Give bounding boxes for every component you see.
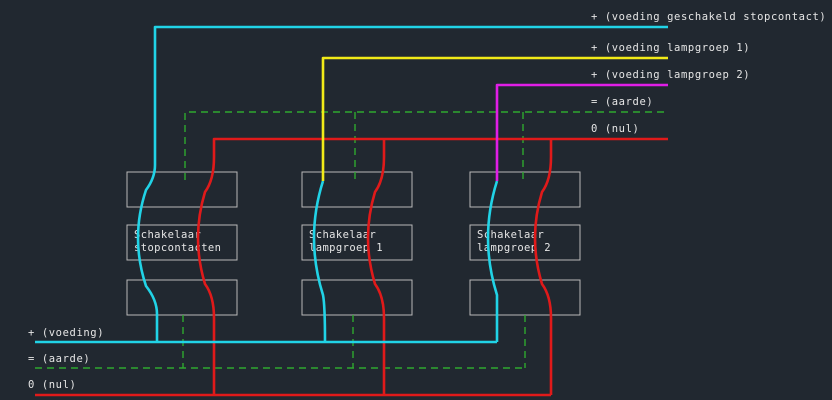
switch-label-line1: Schakelaar bbox=[309, 229, 376, 241]
voeding-wires bbox=[35, 25, 668, 344]
label-voeding-stopcontact: + (voeding geschakeld stopcontact) bbox=[591, 11, 826, 23]
label-nul-left: 0 (nul) bbox=[28, 379, 76, 391]
switch-top-terminal bbox=[469, 171, 581, 208]
switch-bottom-terminal bbox=[301, 279, 413, 316]
switch-lampgroep-2: Schakelaar lampgroep 2 bbox=[469, 171, 581, 316]
label-voeding-lampgroep1: + (voeding lampgroep 1) bbox=[591, 42, 750, 54]
voeding-lampgroep2-wire bbox=[486, 180, 499, 343]
nul-wire-3 bbox=[533, 139, 553, 395]
switch-label-line2: stopcontacten bbox=[134, 242, 221, 254]
wiring-diagram-svg: Schakelaar stopcontacten Schakelaar lamp… bbox=[28, 11, 826, 397]
label-voeding-left: + (voeding) bbox=[28, 327, 104, 339]
voeding-lampgroep1-wire bbox=[312, 180, 327, 343]
voeding-stopcontact-wire bbox=[136, 25, 668, 342]
nul-wire-2 bbox=[366, 139, 386, 395]
nul-wires bbox=[35, 137, 668, 397]
switch-label-line1: Schakelaar bbox=[134, 229, 201, 241]
label-aarde-right: = (aarde) bbox=[591, 96, 653, 108]
wiring-diagram: Schakelaar stopcontacten Schakelaar lamp… bbox=[0, 0, 832, 400]
switch-bottom-terminal bbox=[469, 279, 581, 316]
switch-label-line2: lampgroep 1 bbox=[309, 242, 383, 254]
switch-bottom-terminal bbox=[126, 279, 238, 316]
label-nul-right: 0 (nul) bbox=[591, 123, 639, 135]
nul-wire-1 bbox=[196, 137, 668, 395]
label-voeding-lampgroep2: + (voeding lampgroep 2) bbox=[591, 69, 750, 81]
label-aarde-left: = (aarde) bbox=[28, 353, 90, 365]
switch-stopcontacten: Schakelaar stopcontacten bbox=[126, 171, 238, 316]
